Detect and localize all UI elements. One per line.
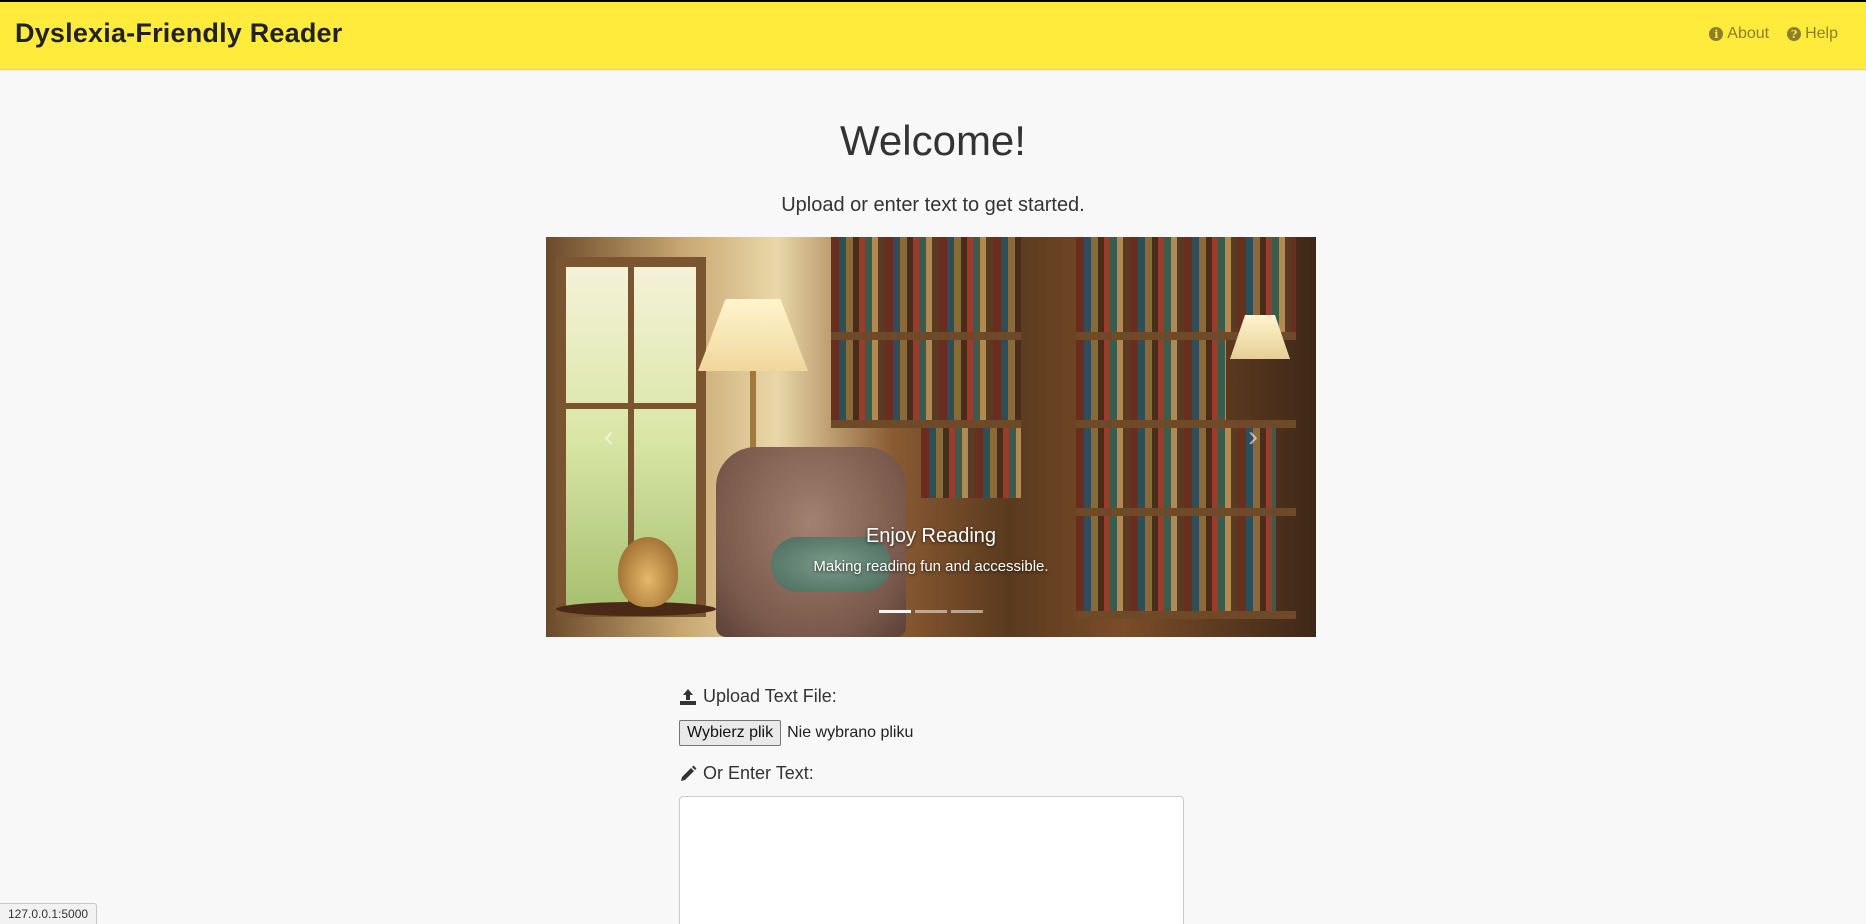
nav-links: i About ? Help [1709,25,1838,43]
upload-label: Upload Text File: [679,686,1184,707]
pencil-icon [681,765,697,781]
text-label-text: Or Enter Text: [703,763,814,783]
carousel-next-button[interactable]: › [1238,417,1268,457]
carousel-slide-image [546,237,1316,637]
carousel-indicator[interactable] [951,610,983,613]
nav-link-about[interactable]: i About [1709,25,1769,43]
carousel-prev-button[interactable]: ‹ [594,417,624,457]
page-subtitle: Upload or enter text to get started. [781,194,1085,216]
text-input-area[interactable] [679,796,1184,924]
carousel-caption-text: Making reading fun and accessible. [813,558,1049,575]
chevron-right-icon: › [1248,420,1258,453]
file-status-text: Nie wybrano pliku [787,724,914,741]
image-carousel[interactable]: ‹ › Enjoy Reading Making reading fun and… [546,237,1316,637]
carousel-indicators [546,610,1316,613]
nav-link-about-label: About [1727,25,1770,42]
shelf-board [831,332,1021,340]
chevron-left-icon: ‹ [604,420,614,453]
shelf-board [831,420,1021,428]
shelf-board [1076,508,1296,516]
brand-title[interactable]: Dyslexia-Friendly Reader [15,18,342,49]
carousel-caption-title: Enjoy Reading [865,525,997,547]
page-title: Welcome! [840,117,1026,164]
status-bar-url: 127.0.0.1:5000 [0,903,98,924]
choose-file-button[interactable]: Wybierz plik [679,720,782,746]
upload-icon [680,688,696,705]
nav-link-help-label: Help [1805,25,1838,42]
carousel-indicator[interactable] [879,610,911,613]
question-circle-icon: ? [1787,27,1802,41]
text-input-form: Upload Text File: Wybierz plik Nie wybra… [679,686,1184,924]
bookshelf-illustration [1076,340,1226,420]
navbar: Dyslexia-Friendly Reader i About ? Help [0,0,1866,70]
bookshelf-illustration [831,340,1021,420]
text-label: Or Enter Text: [679,763,1184,784]
nav-link-help[interactable]: ? Help [1787,25,1838,43]
carousel-indicator[interactable] [915,610,947,613]
page: Dyslexia-Friendly Reader i About ? Help … [0,0,1866,924]
upload-label-text: Upload Text File: [703,686,837,706]
file-input[interactable]: Wybierz plik Nie wybrano pliku [679,720,1184,746]
bookshelf-illustration [921,428,1021,498]
info-circle-icon: i [1709,27,1724,41]
bookshelf-illustration [831,237,1021,332]
carousel-caption: Enjoy Reading Making reading fun and acc… [546,525,1316,575]
lamp-illustration [698,299,808,371]
